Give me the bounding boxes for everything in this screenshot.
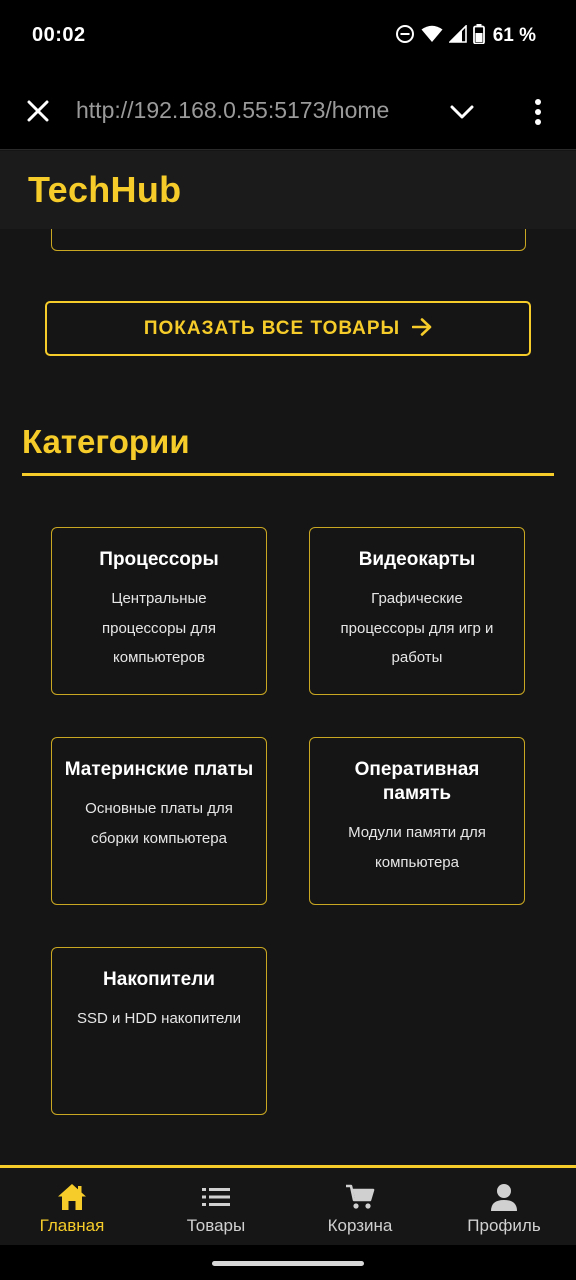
bottom-navigation: Главная Товары Корзина Профиль	[0, 1165, 576, 1245]
chevron-down-icon[interactable]	[446, 97, 478, 127]
section-divider	[22, 473, 554, 476]
home-icon	[57, 1182, 87, 1212]
cart-icon	[345, 1182, 375, 1212]
list-icon	[202, 1182, 230, 1212]
category-name: Накопители	[103, 969, 215, 990]
category-description: Центральные процессоры для компьютеров	[101, 590, 216, 666]
battery-percent: 61 %	[492, 25, 536, 46]
category-card-gpus[interactable]: Видеокарты Графические процессоры для иг…	[309, 527, 525, 695]
categories-title: Категории	[22, 423, 190, 460]
status-time: 00:02	[32, 24, 86, 46]
category-card-storage[interactable]: Накопители SSD и HDD накопители	[51, 947, 267, 1115]
nav-label: Товары	[186, 1216, 246, 1235]
home-gesture-handle[interactable]	[212, 1261, 364, 1266]
site-logo[interactable]: TechHub	[28, 169, 181, 211]
signal-icon	[447, 23, 467, 48]
category-card-ram[interactable]: Оперативная память Модули памяти для ком…	[309, 737, 525, 905]
category-card-motherboards[interactable]: Материнские платы Основные платы для сбо…	[51, 737, 267, 905]
wifi-icon	[421, 25, 443, 48]
category-card-processors[interactable]: Процессоры Центральные процессоры для ко…	[51, 527, 267, 695]
nav-label: Главная	[39, 1216, 105, 1235]
status-bar: 00:02 61 %	[0, 0, 576, 72]
category-name: Материнские платы	[64, 759, 254, 780]
category-description: Модули памяти для компьютера	[348, 824, 486, 871]
nav-item-cart[interactable]: Корзина	[288, 1168, 432, 1245]
nav-item-profile[interactable]: Профиль	[432, 1168, 576, 1245]
category-description: Основные платы для сборки компьютера	[85, 800, 233, 847]
category-name: Процессоры	[99, 549, 219, 570]
nav-label: Профиль	[467, 1216, 541, 1235]
category-name: Оперативная память	[354, 759, 480, 804]
status-icons: 61 %	[395, 23, 536, 49]
gesture-bar	[0, 1245, 576, 1280]
show-all-products-button[interactable]: ПОКАЗАТЬ ВСЕ ТОВАРЫ	[45, 301, 531, 356]
category-name: Видеокарты	[358, 549, 476, 570]
arrow-right-icon	[411, 318, 432, 339]
show-all-products-label: ПОКАЗАТЬ ВСЕ ТОВАРЫ	[143, 317, 401, 339]
nav-item-products[interactable]: Товары	[144, 1168, 288, 1245]
more-vert-icon[interactable]	[524, 94, 552, 130]
close-icon[interactable]	[22, 95, 54, 127]
do-not-disturb-icon	[395, 24, 415, 49]
category-description: Графические процессоры для игр и работы	[340, 590, 494, 666]
address-bar-url[interactable]: http://192.168.0.55:5173/home	[76, 97, 389, 124]
battery-icon	[472, 23, 485, 49]
site-header: TechHub	[0, 151, 576, 229]
category-description: SSD и HDD накопители	[76, 1010, 242, 1027]
person-icon	[490, 1182, 518, 1212]
nav-label: Корзина	[327, 1216, 393, 1235]
page-content[interactable]: ПОКАЗАТЬ ВСЕ ТОВАРЫ Категории Процессоры…	[0, 151, 576, 1165]
browser-toolbar: http://192.168.0.55:5173/home	[0, 72, 576, 150]
nav-item-home[interactable]: Главная	[0, 1168, 144, 1245]
